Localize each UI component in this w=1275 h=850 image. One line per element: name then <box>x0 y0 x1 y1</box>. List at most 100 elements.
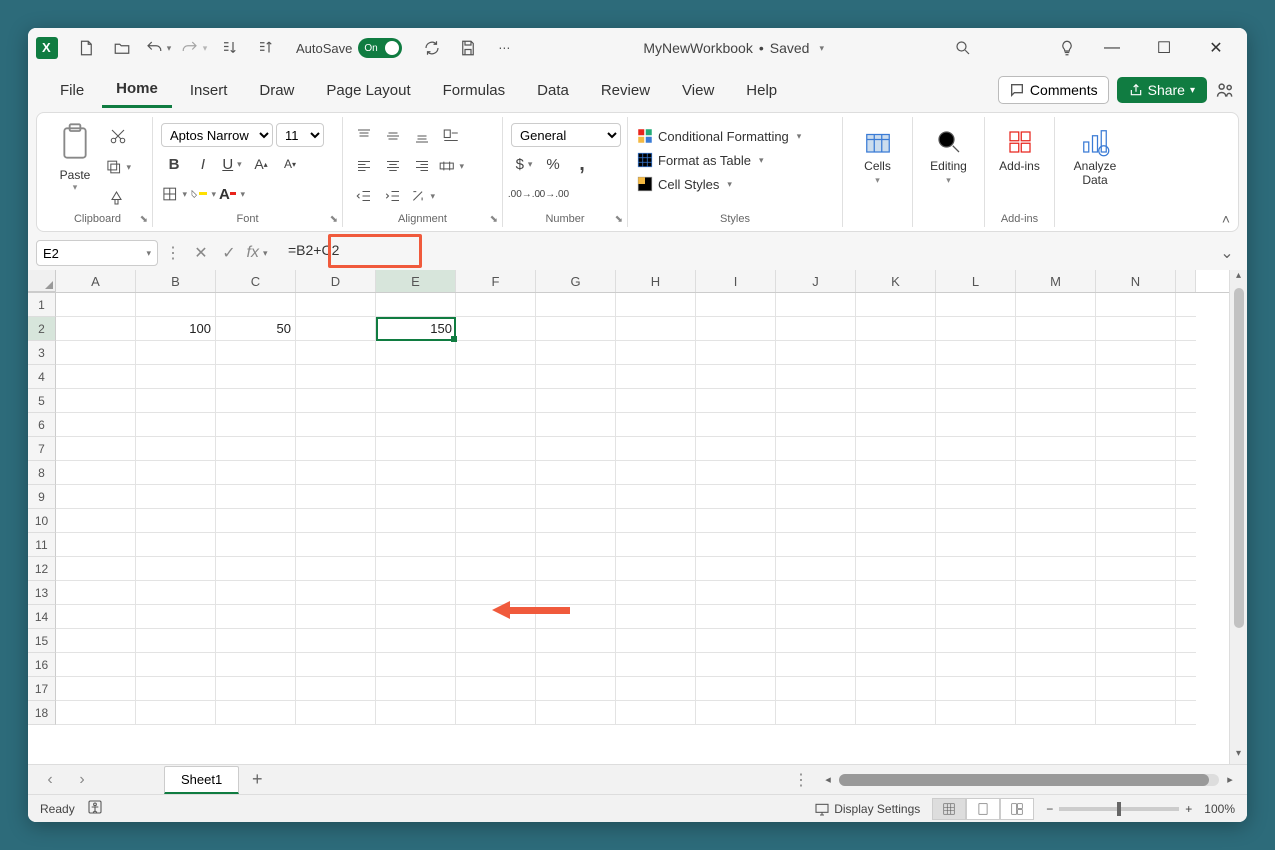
cell-L3[interactable] <box>936 341 1016 365</box>
cell-E7[interactable] <box>376 437 456 461</box>
increase-indent-icon[interactable] <box>380 183 406 209</box>
cell-A4[interactable] <box>56 365 136 389</box>
cell-A2[interactable] <box>56 317 136 341</box>
cell-L9[interactable] <box>936 485 1016 509</box>
cell-A9[interactable] <box>56 485 136 509</box>
cell-K3[interactable] <box>856 341 936 365</box>
cell-A11[interactable] <box>56 533 136 557</box>
cell-I8[interactable] <box>696 461 776 485</box>
tab-home[interactable]: Home <box>102 72 172 108</box>
cell-N8[interactable] <box>1096 461 1176 485</box>
open-file-icon[interactable] <box>106 32 138 64</box>
cell-C18[interactable] <box>216 701 296 725</box>
tab-file[interactable]: File <box>46 74 98 107</box>
borders-icon[interactable]: ▾ <box>161 181 187 207</box>
cell-H10[interactable] <box>616 509 696 533</box>
normal-view-icon[interactable] <box>932 798 966 820</box>
align-middle-icon[interactable] <box>380 123 406 149</box>
close-button[interactable]: ✕ <box>1193 32 1239 64</box>
cell-L2[interactable] <box>936 317 1016 341</box>
decrease-decimal-icon[interactable]: .0→.00 <box>540 181 566 207</box>
cell-L14[interactable] <box>936 605 1016 629</box>
row-header[interactable]: 4 <box>28 365 56 389</box>
more-options-icon[interactable]: ⋮ <box>160 240 186 266</box>
cell-G10[interactable] <box>536 509 616 533</box>
cell-A17[interactable] <box>56 677 136 701</box>
cell-M7[interactable] <box>1016 437 1096 461</box>
cell-B16[interactable] <box>136 653 216 677</box>
cell-C6[interactable] <box>216 413 296 437</box>
cell-L11[interactable] <box>936 533 1016 557</box>
number-dialog-icon[interactable]: ⬊ <box>615 214 623 225</box>
cell-C9[interactable] <box>216 485 296 509</box>
cell-I17[interactable] <box>696 677 776 701</box>
editing-button[interactable]: Editing ▾ <box>919 123 979 190</box>
column-header[interactable]: D <box>296 270 376 292</box>
row-header[interactable]: 18 <box>28 701 56 725</box>
cell-N13[interactable] <box>1096 581 1176 605</box>
cell-F12[interactable] <box>456 557 536 581</box>
cell-G13[interactable] <box>536 581 616 605</box>
cell-M2[interactable] <box>1016 317 1096 341</box>
cell-N9[interactable] <box>1096 485 1176 509</box>
cell-E8[interactable] <box>376 461 456 485</box>
cell-M6[interactable] <box>1016 413 1096 437</box>
percent-icon[interactable]: % <box>540 151 566 177</box>
tab-data[interactable]: Data <box>523 74 583 107</box>
cell-D7[interactable] <box>296 437 376 461</box>
cell-G2[interactable] <box>536 317 616 341</box>
cell-N10[interactable] <box>1096 509 1176 533</box>
cell-B2[interactable]: 100 <box>136 317 216 341</box>
cell-M5[interactable] <box>1016 389 1096 413</box>
bold-icon[interactable]: B <box>161 151 187 177</box>
align-center-icon[interactable] <box>380 153 406 179</box>
cell-K1[interactable] <box>856 293 936 317</box>
row-header[interactable]: 8 <box>28 461 56 485</box>
comments-button[interactable]: Comments <box>998 76 1109 104</box>
cell-H11[interactable] <box>616 533 696 557</box>
collapse-ribbon-icon[interactable]: ˄ <box>1222 211 1230 227</box>
currency-icon[interactable]: $▾ <box>511 151 537 177</box>
cell-D1[interactable] <box>296 293 376 317</box>
cell-G5[interactable] <box>536 389 616 413</box>
cell-E3[interactable] <box>376 341 456 365</box>
cell-N3[interactable] <box>1096 341 1176 365</box>
cell-K10[interactable] <box>856 509 936 533</box>
cell-G9[interactable] <box>536 485 616 509</box>
teams-icon[interactable] <box>1215 80 1235 100</box>
cell-G3[interactable] <box>536 341 616 365</box>
cell-N17[interactable] <box>1096 677 1176 701</box>
column-header[interactable]: F <box>456 270 536 292</box>
cell-B11[interactable] <box>136 533 216 557</box>
cell-M12[interactable] <box>1016 557 1096 581</box>
cell-J4[interactable] <box>776 365 856 389</box>
row-header[interactable]: 9 <box>28 485 56 509</box>
add-sheet-button[interactable]: + <box>243 769 271 790</box>
sheet-tab-active[interactable]: Sheet1 <box>164 766 239 794</box>
align-bottom-icon[interactable] <box>409 123 435 149</box>
cell-C17[interactable] <box>216 677 296 701</box>
clipboard-dialog-icon[interactable]: ⬊ <box>140 214 148 225</box>
page-break-view-icon[interactable] <box>1000 798 1034 820</box>
cell-J11[interactable] <box>776 533 856 557</box>
cell-A5[interactable] <box>56 389 136 413</box>
column-header[interactable]: J <box>776 270 856 292</box>
column-header[interactable]: H <box>616 270 696 292</box>
cell-C15[interactable] <box>216 629 296 653</box>
cell-L6[interactable] <box>936 413 1016 437</box>
column-header[interactable]: I <box>696 270 776 292</box>
cell-D12[interactable] <box>296 557 376 581</box>
cell-D5[interactable] <box>296 389 376 413</box>
row-header[interactable]: 1 <box>28 293 56 317</box>
cell-E15[interactable] <box>376 629 456 653</box>
cell-E13[interactable] <box>376 581 456 605</box>
cell-H13[interactable] <box>616 581 696 605</box>
cell-I13[interactable] <box>696 581 776 605</box>
cell-E11[interactable] <box>376 533 456 557</box>
refresh-icon[interactable] <box>416 32 448 64</box>
cell-H15[interactable] <box>616 629 696 653</box>
cells-button[interactable]: Cells ▾ <box>848 123 908 190</box>
column-header[interactable]: K <box>856 270 936 292</box>
cell-D17[interactable] <box>296 677 376 701</box>
cell-I12[interactable] <box>696 557 776 581</box>
